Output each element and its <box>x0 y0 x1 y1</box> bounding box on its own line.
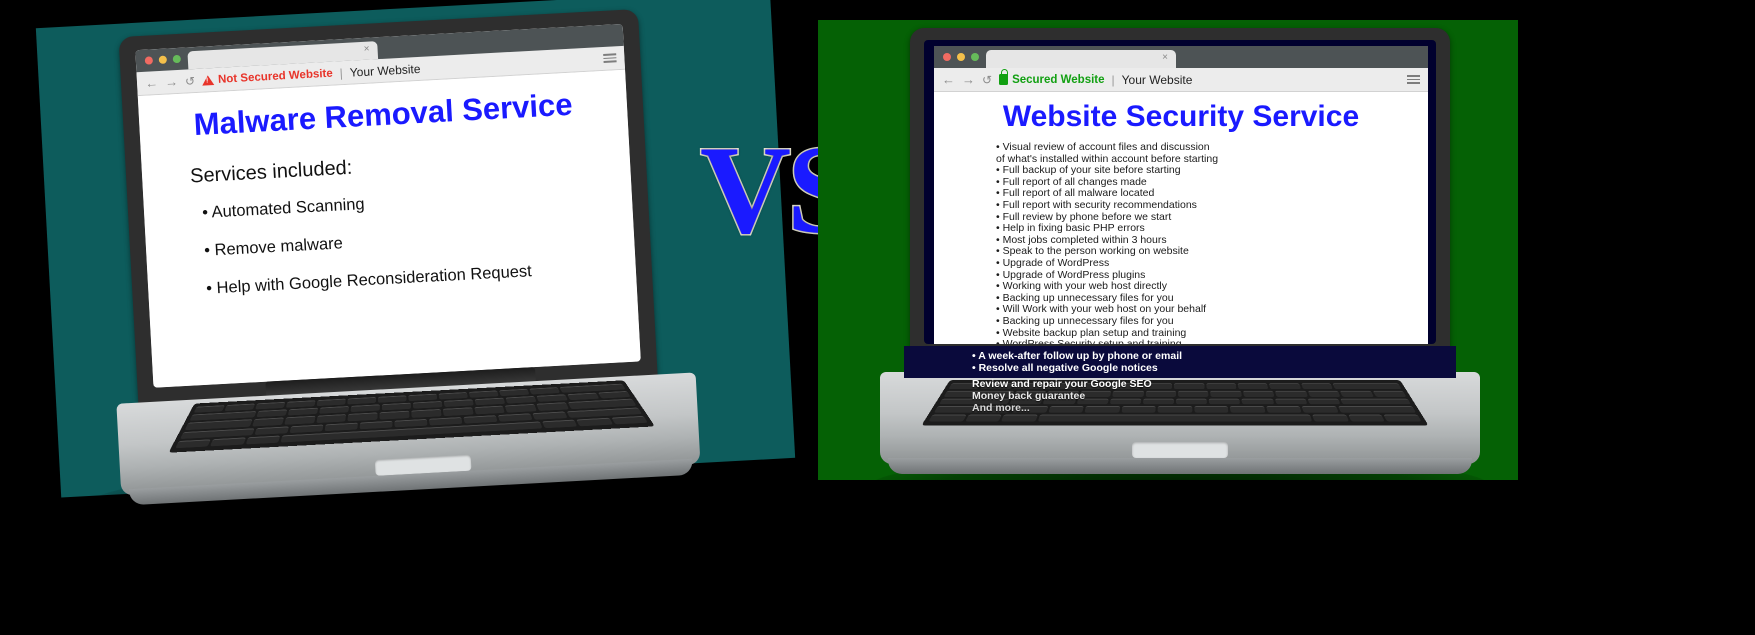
address-divider: | <box>339 65 344 80</box>
forward-arrow-icon[interactable]: → <box>165 74 179 90</box>
lock-icon <box>999 69 1009 85</box>
list-item: Money back guarantee <box>972 390 1086 402</box>
list-item: Remove malware <box>204 219 634 261</box>
list-item: Review and repair your Google SEO <box>972 378 1152 390</box>
list-item: Full report with security recommendation… <box>996 199 1428 212</box>
list-item: Working with your web host directly <box>996 281 1428 293</box>
right-browser-tabbar: × <box>934 46 1428 68</box>
maximize-window-dot[interactable] <box>172 54 182 64</box>
right-security-status: Secured Website <box>999 69 1105 86</box>
left-window-controls[interactable] <box>144 54 182 65</box>
list-item: Automated Scanning <box>202 181 632 223</box>
reload-icon[interactable]: ↺ <box>185 74 196 89</box>
left-page-heading: Malware Removal Service <box>192 86 574 143</box>
right-screen: × ← → ↺ Secured Website | Your Website W… <box>924 40 1436 344</box>
right-highlight-block: A week-after follow up by phone or email… <box>904 346 1456 378</box>
hamburger-menu-icon[interactable] <box>603 53 617 63</box>
left-security-status: Not Secured Website <box>201 67 334 86</box>
minimize-window-dot[interactable] <box>158 55 168 64</box>
right-page-content: Website Security Service Visual review o… <box>934 92 1428 344</box>
back-arrow-icon[interactable]: ← <box>145 75 159 91</box>
left-laptop: × ← → ↺ Not Secured Website | Your Websi… <box>97 7 703 528</box>
right-address-bar[interactable]: ← → ↺ Secured Website | Your Website <box>934 68 1428 92</box>
minimize-window-dot[interactable] <box>957 53 965 61</box>
tab-close-icon[interactable]: × <box>363 44 369 56</box>
left-site-label: Your Website <box>349 61 421 80</box>
list-item: Visual review of account files and discu… <box>996 141 1428 154</box>
left-screen: × ← → ↺ Not Secured Website | Your Websi… <box>135 23 641 388</box>
right-highlight-list: A week-after follow up by phone or email… <box>972 350 1456 375</box>
comparison-graphic: × ← → ↺ Not Secured Website | Your Websi… <box>0 0 1755 635</box>
close-window-dot[interactable] <box>943 53 951 61</box>
left-security-label: Not Secured Website <box>217 67 334 86</box>
right-overflow-bullets: Review and repair your Google SEO Money … <box>972 378 1152 414</box>
right-trackpad[interactable] <box>1132 442 1228 458</box>
list-item: WordPress Security setup and training <box>996 338 1428 344</box>
right-browser-chrome: × ← → ↺ Secured Website | Your Website <box>934 46 1428 92</box>
list-item: Help in fixing basic PHP errors <box>996 223 1428 235</box>
left-laptop-lid: × ← → ↺ Not Secured Website | Your Websi… <box>118 9 658 407</box>
warning-triangle-icon <box>201 74 215 86</box>
right-security-label: Secured Website <box>1012 73 1105 86</box>
left-page-content: Malware Removal Service Services include… <box>137 69 641 388</box>
tab-close-icon[interactable]: × <box>1162 52 1168 64</box>
reload-icon[interactable]: ↺ <box>982 73 992 87</box>
list-item: A week-after follow up by phone or email <box>972 350 1456 362</box>
left-services-list: Automated Scanning Remove malware Help w… <box>202 181 637 299</box>
list-item: Resolve all negative Google notices <box>972 362 1456 374</box>
list-item: Help with Google Reconsideration Request <box>206 257 636 299</box>
list-item: Upgrade of WordPress <box>996 257 1428 270</box>
list-item: And more... <box>972 402 1030 414</box>
right-services-list: Visual review of account files and discu… <box>996 141 1428 344</box>
forward-arrow-icon[interactable]: → <box>962 73 975 86</box>
hamburger-menu-icon[interactable] <box>1407 75 1420 84</box>
close-window-dot[interactable] <box>144 56 154 65</box>
right-laptop-lid: × ← → ↺ Secured Website | Your Website W… <box>910 28 1450 358</box>
back-arrow-icon[interactable]: ← <box>942 73 955 86</box>
maximize-window-dot[interactable] <box>971 53 979 61</box>
right-page-heading: Website Security Service <box>1002 100 1360 133</box>
right-base-lip <box>888 458 1472 474</box>
right-laptop: × ← → ↺ Secured Website | Your Website W… <box>880 28 1480 488</box>
address-divider: | <box>1111 72 1115 87</box>
right-window-controls[interactable] <box>943 53 979 61</box>
right-site-label: Your Website <box>1121 72 1193 87</box>
list-item: Backing up unnecessary files for you <box>996 315 1428 328</box>
right-browser-tab[interactable]: × <box>986 50 1176 68</box>
left-page-subheading: Services included: <box>189 156 353 188</box>
